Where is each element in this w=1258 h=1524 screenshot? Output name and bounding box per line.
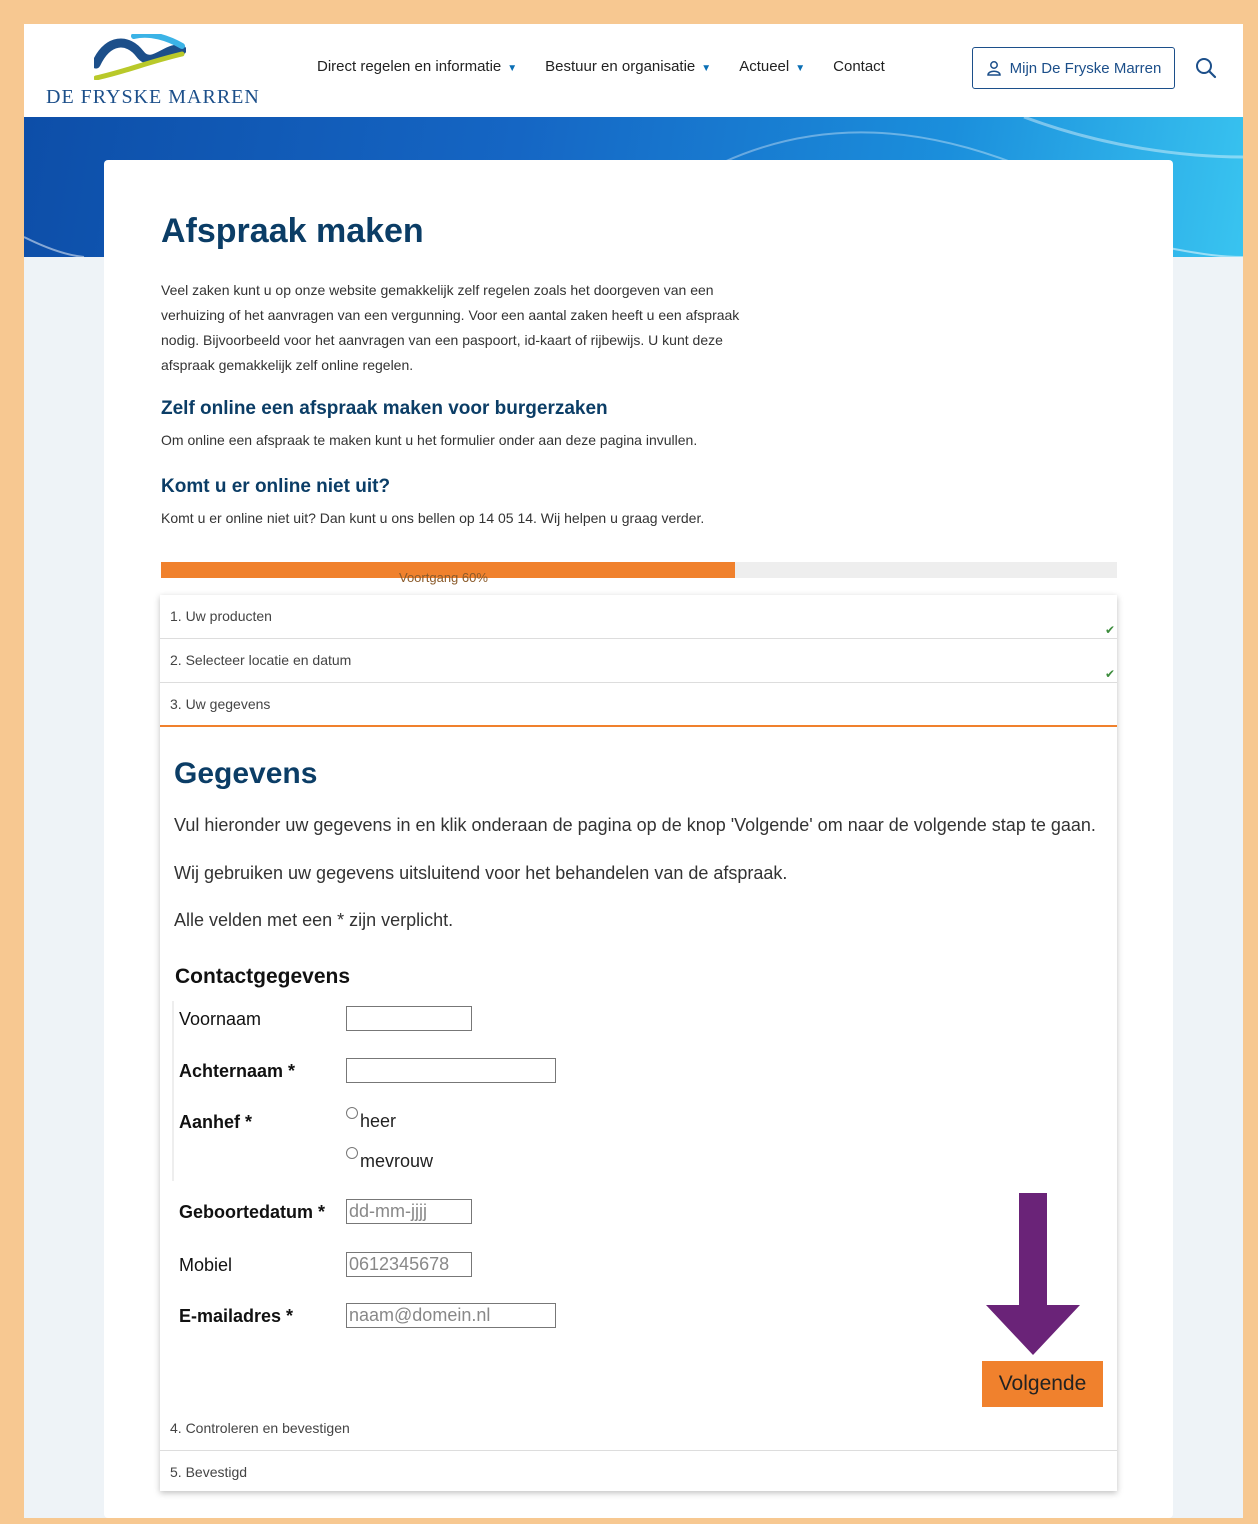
nav-direct-regelen[interactable]: Direct regelen en informatie ▼ (317, 58, 517, 75)
step-label: 3. Uw gegevens (170, 696, 271, 712)
search-button[interactable] (1194, 56, 1218, 80)
nav-label: Actueel (739, 58, 790, 75)
page-frame: DE FRYSKE MARREN Direct regelen en infor… (24, 24, 1243, 1518)
progress-label: Voortgang 60% (399, 570, 488, 585)
search-icon (1196, 58, 1217, 79)
contact-section-title: Contactgegevens (175, 965, 351, 988)
step-4[interactable]: 4. Controleren en bevestigen (160, 1407, 1117, 1451)
achternaam-label: Achternaam * (179, 1061, 296, 1081)
nav-label: Bestuur en organisatie (545, 58, 696, 75)
email-input[interactable] (346, 1303, 556, 1328)
form-required-note: Alle velden met een * zijn verplicht. (174, 910, 454, 930)
voornaam-input[interactable] (346, 1006, 472, 1031)
page-title: Afspraak maken (161, 212, 424, 250)
section-heading-online: Zelf online een afspraak maken voor burg… (161, 398, 608, 419)
achternaam-input[interactable] (346, 1058, 556, 1083)
step-label: 5. Bevestigd (170, 1464, 248, 1480)
account-button-label: Mijn De Fryske Marren (1009, 59, 1162, 77)
section-text-help: Komt u er online niet uit? Dan kunt u on… (161, 510, 705, 526)
radio-label: heer (360, 1111, 397, 1131)
radio-circle[interactable] (346, 1147, 358, 1159)
progress-bar: Voortgang 60% (161, 562, 1117, 585)
next-button[interactable]: Volgende (982, 1361, 1103, 1407)
nav-contact[interactable]: Contact (833, 58, 885, 75)
email-label: E-mailadres * (179, 1306, 294, 1326)
chevron-down-icon: ▼ (795, 63, 806, 74)
form-instructions: Vul hieronder uw gegevens in en klik ond… (174, 815, 1096, 835)
step-1[interactable]: 1. Uw producten ✔ (160, 595, 1117, 639)
form-privacy-note: Wij gebruiken uw gegevens uitsluitend vo… (174, 863, 788, 883)
checkmark-icon: ✔ (1104, 667, 1115, 681)
geboortedatum-input[interactable] (346, 1199, 472, 1224)
logo-wave-icon (94, 34, 186, 80)
step-3[interactable]: 3. Uw gegevens (160, 683, 1117, 727)
voornaam-label: Voornaam (179, 1009, 262, 1029)
radio-circle[interactable] (346, 1107, 358, 1119)
aanhef-radio-mevrouw[interactable]: mevrouw (346, 1147, 433, 1172)
section-heading-help: Komt u er online niet uit? (161, 476, 391, 497)
nav-label: Contact (833, 58, 885, 75)
geboortedatum-label: Geboortedatum * (179, 1202, 326, 1222)
step-label: 1. Uw producten (170, 608, 272, 624)
appointment-wizard: 1. Uw producten ✔ 2. Selecteer locatie e… (160, 595, 1117, 1491)
step-5[interactable]: 5. Bevestigd (160, 1451, 1117, 1491)
nav-label: Direct regelen en informatie (317, 58, 502, 75)
nav-bestuur[interactable]: Bestuur en organisatie ▼ (545, 58, 711, 75)
intro-text: Veel zaken kunt u op onze website gemakk… (161, 282, 740, 373)
step-label: 4. Controleren en bevestigen (170, 1420, 350, 1436)
content-card: Afspraak maken Veel zaken kunt u op onze… (104, 160, 1173, 1518)
step-2[interactable]: 2. Selecteer locatie en datum ✔ (160, 639, 1117, 683)
user-icon (986, 61, 1001, 76)
label-divider (172, 1001, 174, 1181)
aanhef-label: Aanhef * (179, 1112, 253, 1132)
chevron-down-icon: ▼ (701, 63, 712, 74)
account-button[interactable]: Mijn De Fryske Marren (972, 47, 1175, 89)
aanhef-radio-heer[interactable]: heer (346, 1107, 396, 1132)
checkmark-icon: ✔ (1104, 623, 1115, 637)
step-label: 2. Selecteer locatie en datum (170, 652, 352, 668)
site-header: DE FRYSKE MARREN Direct regelen en infor… (24, 24, 1243, 117)
section-text-online: Om online een afspraak te maken kunt u h… (161, 432, 698, 448)
mobiel-input[interactable] (346, 1252, 472, 1277)
mobiel-label: Mobiel (179, 1255, 233, 1275)
main-nav: Direct regelen en informatie ▼ Bestuur en… (317, 58, 885, 75)
chevron-down-icon: ▼ (507, 63, 518, 74)
logo-text: DE FRYSKE MARREN (46, 86, 260, 108)
nav-actueel[interactable]: Actueel ▼ (739, 58, 805, 75)
form-title: Gegevens (174, 757, 318, 790)
site-logo[interactable]: DE FRYSKE MARREN (46, 32, 259, 110)
radio-label: mevrouw (360, 1151, 434, 1171)
annotation-arrow-icon (986, 1193, 1080, 1355)
